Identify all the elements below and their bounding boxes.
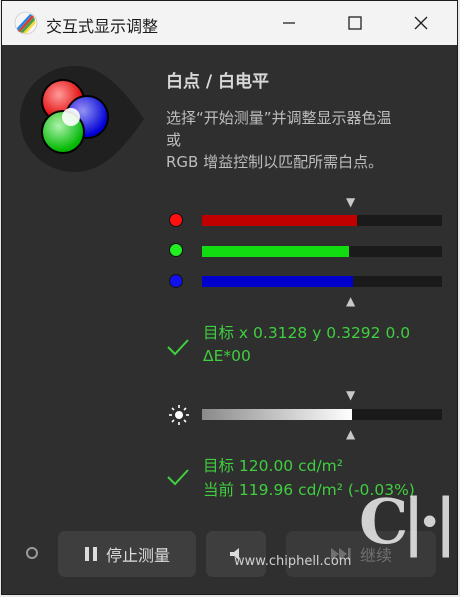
adjustment-window: 交互式显示调整 白点 / 白电平 选择“开始测量”并调整显示器色温 或 RGB …	[1, 0, 458, 595]
minimize-button[interactable]	[266, 1, 312, 45]
title-bar[interactable]: 交互式显示调整	[2, 1, 457, 45]
section-heading: 白点 / 白电平	[166, 72, 270, 92]
maximize-button[interactable]	[332, 1, 378, 45]
close-button[interactable]	[398, 1, 444, 45]
minimize-icon	[283, 22, 295, 24]
stop-measurement-button[interactable]: 停止测量	[58, 531, 196, 577]
check-icon	[167, 339, 189, 356]
blue-channel-dot	[169, 274, 183, 288]
site-watermark: www.chiphell.com	[234, 554, 352, 569]
red-channel-dot	[169, 213, 183, 227]
whitepoint-delta-line: ΔE*00	[203, 347, 251, 365]
green-channel-dot	[169, 243, 183, 257]
rgb-white-point-icon	[20, 66, 144, 172]
chiphell-logo-watermark: C|·|	[359, 485, 457, 558]
status-indicator	[26, 547, 38, 559]
maximize-icon	[348, 16, 362, 30]
check-icon	[167, 469, 189, 486]
color-wheel-icon	[14, 11, 38, 35]
rgb-target-marker-bottom: ▲	[346, 294, 356, 308]
whitepoint-target-line: 目标 x 0.3128 y 0.3292 0.0	[203, 324, 411, 342]
rgb-target-marker-top: ▼	[346, 195, 356, 209]
green-channel-bar	[202, 246, 442, 257]
pause-icon	[84, 547, 97, 561]
luminance-target-line: 目标 120.00 cd/m²	[203, 457, 343, 475]
luminance-target-marker-bottom: ▲	[346, 427, 356, 441]
blue-channel-bar	[202, 276, 442, 287]
brightness-icon	[169, 405, 189, 425]
red-channel-fill	[202, 215, 357, 226]
luminance-bar	[202, 409, 442, 420]
luminance-target-marker-top: ▼	[346, 388, 356, 402]
stop-measurement-label: 停止测量	[105, 546, 170, 565]
red-channel-bar	[202, 215, 442, 226]
luminance-fill	[202, 409, 352, 420]
close-icon	[414, 16, 428, 30]
green-channel-fill	[202, 246, 349, 257]
instructions-text: 选择“开始测量”并调整显示器色温 或 RGB 增益控制以匹配所需白点。	[166, 109, 392, 171]
blue-channel-fill	[202, 276, 354, 287]
window-title: 交互式显示调整	[46, 17, 159, 36]
